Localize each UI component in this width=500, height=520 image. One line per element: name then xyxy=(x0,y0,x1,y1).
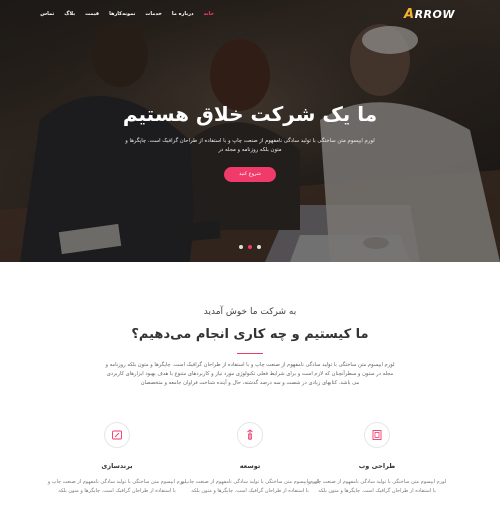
nav-item-home[interactable]: خانه xyxy=(204,11,214,17)
nav-item-services[interactable]: خدمات xyxy=(145,11,162,17)
service-title: برندسازی xyxy=(101,462,133,470)
top-navbar: ARROW خانه درباره ما خدمات نمونه‌کارها ق… xyxy=(0,0,500,30)
about-title: ما کیستیم و چه کاری انجام می‌دهیم؟ xyxy=(131,327,369,342)
nav-item-about[interactable]: درباره ما xyxy=(172,11,194,17)
about-text: لورم ایپسوم متن ساختگی با تولید سادگی نا… xyxy=(105,362,395,386)
nav-item-contact[interactable]: تماس xyxy=(40,11,54,17)
nav-item-pricing[interactable]: قیمت xyxy=(85,11,99,17)
nav-item-blog[interactable]: بلاگ xyxy=(64,11,75,17)
service-development: توسعه لورم ایپسوم متن ساختگی با تولید سا… xyxy=(180,422,320,496)
service-text: لورم ایپسوم متن ساختگی با تولید سادگی نا… xyxy=(47,479,187,494)
slider-dot-active[interactable] xyxy=(248,245,252,249)
branding-icon xyxy=(104,422,130,448)
service-title: توسعه xyxy=(239,462,261,470)
hero-description: لورم ایپسوم متن ساختگی با تولید سادگی نا… xyxy=(125,138,375,153)
slider-dot[interactable] xyxy=(257,245,261,249)
slider-dot[interactable] xyxy=(239,245,243,249)
service-title: طراحی وب xyxy=(358,462,396,470)
logo-text: RROW xyxy=(414,8,455,21)
main-menu: خانه درباره ما خدمات نمونه‌کارها قیمت بل… xyxy=(40,11,214,17)
slider-dots xyxy=(239,245,261,249)
about-subtitle: به شرکت ما خوش آمدید xyxy=(203,307,297,317)
get-started-button[interactable]: شروع کنید xyxy=(224,167,276,182)
hero-title: ما یک شرکت خلاق هستیم xyxy=(122,102,378,126)
nav-item-portfolio[interactable]: نمونه‌کارها xyxy=(109,11,135,17)
title-divider xyxy=(237,353,263,354)
hero-overlay xyxy=(0,0,500,262)
hero-section: ARROW خانه درباره ما خدمات نمونه‌کارها ق… xyxy=(0,0,500,262)
development-icon xyxy=(237,422,263,448)
logo-mark: A xyxy=(404,7,415,22)
service-web-design: طراحی وب لورم ایپسوم متن ساختگی با تولید… xyxy=(307,422,447,496)
service-text: لورم ایپسوم متن ساختگی با تولید سادگی نا… xyxy=(307,479,447,494)
web-design-icon xyxy=(364,422,390,448)
service-text: لورم ایپسوم متن ساختگی با تولید سادگی نا… xyxy=(180,479,320,494)
service-branding: برندسازی لورم ایپسوم متن ساختگی با تولید… xyxy=(47,422,187,496)
brand-logo[interactable]: ARROW xyxy=(404,7,455,22)
